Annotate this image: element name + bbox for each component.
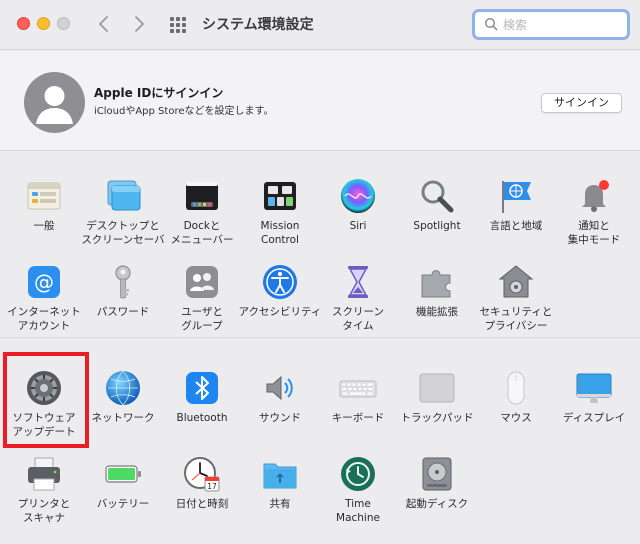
grid-dot-icon (170, 17, 174, 21)
accessibility-icon (263, 265, 297, 299)
spotlight-icon (421, 180, 454, 213)
search-icon (484, 17, 498, 31)
startup-disk-icon (422, 457, 452, 491)
displays-icon (576, 373, 612, 403)
search-field[interactable] (472, 9, 630, 40)
dock-icon (186, 182, 218, 210)
mission-control-icon (264, 182, 296, 210)
pref-label: プリンタと スキャナ (17, 498, 71, 524)
printers-icon (28, 457, 60, 491)
pref-label: 言語と地域 (489, 220, 543, 232)
language-region-icon (502, 181, 531, 213)
grid-dot-icon (176, 23, 180, 27)
svg-text:@: @ (34, 270, 54, 294)
preferences-section-hardware: ソフトウェア アップデート ネットワーク Bluetooth サウンド キーボー… (0, 339, 640, 544)
pref-label: ディスプレイ (562, 412, 626, 424)
pref-label: キーボード (331, 412, 385, 424)
highlight-box (3, 352, 89, 448)
pref-label: Dockと メニューバー (170, 220, 234, 246)
search-input[interactable] (503, 15, 623, 35)
desktop-icon (107, 180, 141, 211)
pref-label: デスクトップと スクリーンセーバ (81, 220, 165, 246)
pref-label: Mission Control (260, 220, 300, 246)
sound-icon (266, 375, 293, 401)
users-groups-icon (186, 266, 218, 298)
forward-button[interactable] (127, 12, 151, 36)
apple-id-section: Apple IDにサインイン iCloudやApp Storeなどを設定します。… (0, 51, 640, 151)
pref-label: アクセシビリティ (238, 306, 322, 318)
pref-label: Time Machine (336, 498, 380, 524)
extensions-icon (421, 270, 451, 298)
calendar-day-text: 17 (207, 482, 217, 491)
trackpad-icon (419, 373, 455, 403)
title-bar: システム環境設定 (0, 0, 640, 50)
avatar[interactable] (24, 72, 85, 133)
chevron-left-icon (99, 16, 108, 32)
grid-dot-icon (176, 29, 180, 33)
system-preferences-window: システム環境設定 Apple IDにサインイン iCloudやApp Store… (0, 0, 640, 544)
pref-label: サウンド (259, 412, 301, 424)
general-icon (27, 182, 61, 210)
preferences-section-personal: 一般 デスクトップと スクリーンセーバ Dockと メニューバー Mission… (0, 152, 640, 338)
grid-dot-icon (170, 23, 174, 27)
pref-label: 通知と 集中モード (567, 220, 621, 246)
pref-label: トラックパッド (400, 412, 474, 424)
show-all-grid-button[interactable] (170, 17, 186, 33)
user-silhouette-icon (36, 86, 73, 124)
network-icon (106, 370, 140, 406)
grid-dot-icon (182, 17, 186, 21)
pref-label: 機能拡張 (416, 306, 458, 318)
close-window-button[interactable] (17, 17, 30, 30)
bluetooth-icon (186, 372, 218, 404)
pref-label: 共有 (269, 498, 291, 510)
pref-label: セキュリティと プライバシー (479, 306, 553, 332)
pref-label: バッテリー (96, 498, 150, 510)
sharing-icon (263, 463, 297, 489)
grid-dot-icon (176, 17, 180, 21)
security-icon (498, 265, 534, 298)
apple-id-subtitle: iCloudやApp Storeなどを設定します。 (94, 106, 274, 117)
notifications-icon (582, 180, 609, 212)
grid-dot-icon (182, 23, 186, 27)
mouse-icon (507, 371, 525, 405)
pref-label: パスワード (96, 306, 150, 318)
screen-time-icon (348, 266, 368, 298)
zoom-window-button[interactable] (57, 17, 70, 30)
pref-label: ネットワーク (91, 412, 155, 424)
pref-label: Siri (349, 220, 367, 232)
chevron-right-icon (135, 16, 144, 32)
keyboard-icon (339, 380, 377, 398)
battery-icon (105, 465, 141, 483)
signin-button[interactable]: サインイン (541, 93, 622, 113)
pref-label: Bluetooth (176, 412, 228, 424)
pref-label: 日付と時刻 (175, 498, 229, 510)
pref-label: 起動ディスク (405, 498, 469, 510)
minimize-window-button[interactable] (37, 17, 50, 30)
pref-label: マウス (500, 412, 532, 424)
grid-dot-icon (182, 29, 186, 33)
time-machine-icon (341, 457, 375, 491)
back-button[interactable] (92, 12, 116, 36)
pref-label: スクリーン タイム (332, 306, 384, 332)
passwords-icon (115, 265, 131, 299)
pref-label: ユーザと グループ (181, 306, 223, 332)
grid-dot-icon (170, 29, 174, 33)
internet-accounts-icon: @ (28, 266, 60, 298)
pref-label: インターネット アカウント (7, 306, 81, 332)
window-title: システム環境設定 (202, 17, 314, 33)
date-time-icon: 17 (184, 457, 220, 492)
siri-icon (341, 179, 375, 213)
pref-label: 一般 (33, 220, 55, 232)
apple-id-title[interactable]: Apple IDにサインイン (94, 84, 223, 101)
pref-label: Spotlight (413, 220, 461, 232)
